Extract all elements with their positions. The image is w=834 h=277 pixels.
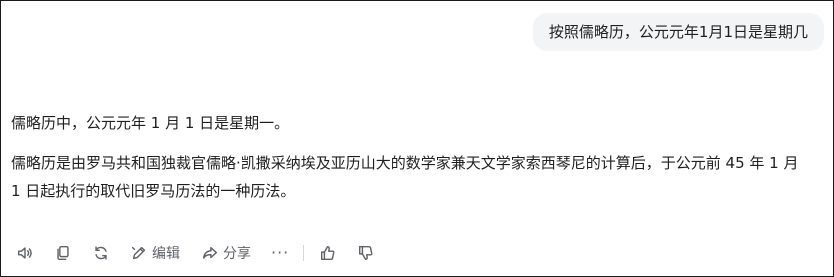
more-icon: ··· bbox=[271, 243, 290, 262]
edit-button[interactable]: 编辑 bbox=[129, 241, 180, 265]
answer-paragraph: 儒略历中，公元元年 1 月 1 日是星期一。 bbox=[11, 114, 290, 132]
share-button[interactable]: 分享 bbox=[200, 241, 251, 265]
more-button[interactable]: ··· bbox=[271, 241, 297, 265]
edit-icon bbox=[129, 243, 149, 263]
assistant-answer: 儒略历中，公元元年 1 月 1 日是星期一。 儒略历是由罗马共和国独裁官儒略·凯… bbox=[11, 109, 811, 205]
read-aloud-button[interactable] bbox=[15, 241, 35, 265]
refresh-icon bbox=[91, 243, 111, 263]
like-button[interactable] bbox=[318, 241, 338, 265]
share-icon bbox=[200, 243, 220, 263]
regenerate-button[interactable] bbox=[91, 241, 111, 265]
copy-button[interactable] bbox=[53, 241, 73, 265]
chat-window: 按照儒略历，公元元年1月1日是星期几 儒略历中，公元元年 1 月 1 日是星期一… bbox=[0, 0, 834, 277]
share-label: 分享 bbox=[223, 246, 251, 262]
thumbs-down-icon bbox=[356, 243, 376, 263]
user-message-text: 按照儒略历，公元元年1月1日是星期几 bbox=[548, 23, 808, 41]
answer-paragraph: 儒略历是由罗马共和国独裁官儒略·凯撒采纳埃及亚历山大的数学家兼天文学家索西琴尼的… bbox=[11, 154, 799, 200]
copy-icon bbox=[53, 243, 73, 263]
toolbar-divider bbox=[303, 245, 305, 261]
thumbs-up-icon bbox=[318, 243, 338, 263]
speaker-icon bbox=[15, 243, 35, 263]
user-message-bubble: 按照儒略历，公元元年1月1日是星期几 bbox=[532, 13, 824, 51]
message-action-toolbar: 编辑 分享 ··· bbox=[15, 241, 376, 265]
dislike-button[interactable] bbox=[356, 241, 376, 265]
edit-label: 编辑 bbox=[152, 246, 180, 262]
